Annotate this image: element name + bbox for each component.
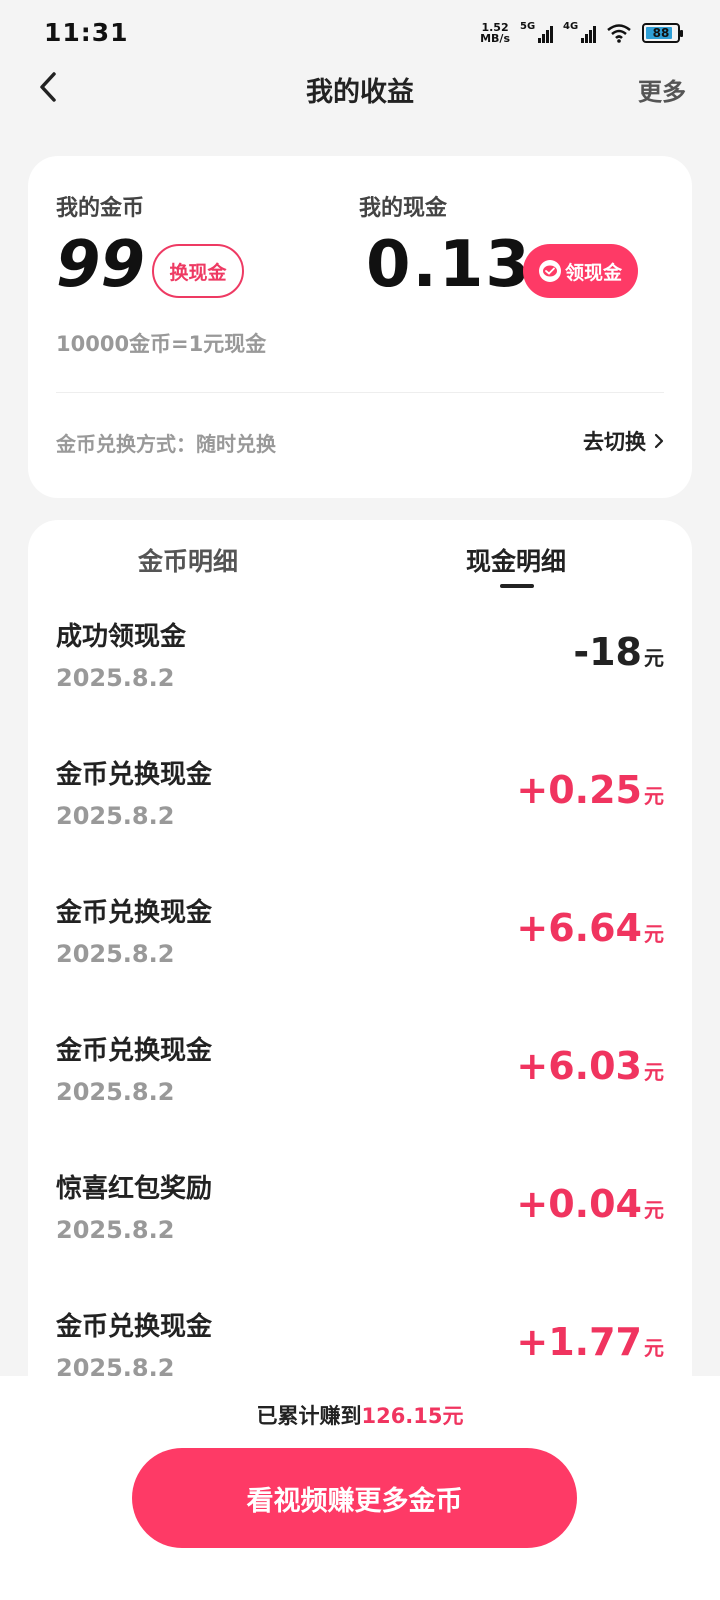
transaction-title: 金币兑换现金 xyxy=(56,1312,213,1342)
list-item[interactable]: 成功领现金 2025.8.2 -18 元 xyxy=(28,602,692,740)
wechat-icon xyxy=(538,260,561,282)
amount-unit: 元 xyxy=(644,646,664,670)
transaction-title: 金币兑换现金 xyxy=(56,1036,213,1066)
switch-method-link[interactable]: 去切换 xyxy=(583,426,664,456)
tab-coin-details[interactable]: 金币明细 xyxy=(138,542,238,578)
battery-level: 88 xyxy=(652,26,670,40)
transaction-title: 金币兑换现金 xyxy=(56,898,213,928)
chevron-right-icon xyxy=(654,433,664,449)
transaction-date: 2025.8.2 xyxy=(56,940,175,968)
amount-value: +0.04 xyxy=(516,1182,642,1226)
amount-value: -18 xyxy=(573,630,642,674)
battery-icon: 88 xyxy=(642,23,683,43)
list-item[interactable]: 金币兑换现金 2025.8.2 +6.03 元 xyxy=(28,1016,692,1154)
amount-value: +1.77 xyxy=(516,1320,642,1364)
coins-label: 我的金币 xyxy=(56,196,145,221)
transaction-amount: +0.25 元 xyxy=(516,768,664,812)
exchange-method-text: 金币兑换方式：随时兑换 xyxy=(56,432,276,456)
header: 我的收益 更多 xyxy=(0,60,720,114)
page-title: 我的收益 xyxy=(306,77,414,108)
watch-video-button[interactable]: 看视频赚更多金币 xyxy=(132,1448,577,1548)
transaction-amount: +6.03 元 xyxy=(516,1044,664,1088)
claim-cash-label: 领现金 xyxy=(564,261,622,284)
signal-4g-icon: 4G xyxy=(563,21,596,43)
total-earned: 已累计赚到126.15元 xyxy=(0,1400,720,1430)
amount-value: +6.03 xyxy=(516,1044,642,1088)
signal-5g-label: 5G xyxy=(520,21,536,32)
amount-unit: 元 xyxy=(644,784,664,808)
signal-5g-icon: 5G xyxy=(520,21,553,43)
amount-unit: 元 xyxy=(644,1060,664,1084)
tab-cash-details[interactable]: 现金明细 xyxy=(466,542,566,578)
transaction-date: 2025.8.2 xyxy=(56,802,175,830)
earnings-page: 11:31 1.52 MB/s 5G 4G 88 我的收益 更多 我的金币 99… xyxy=(0,0,720,1600)
transaction-list: 成功领现金 2025.8.2 -18 元 金币兑换现金 2025.8.2 +0.2… xyxy=(28,602,692,1430)
exchange-rate-text: 10000金币=1元现金 xyxy=(56,332,267,356)
exchange-cash-button[interactable]: 换现金 xyxy=(152,244,244,298)
transaction-date: 2025.8.2 xyxy=(56,664,175,692)
amount-unit: 元 xyxy=(644,1336,664,1360)
claim-cash-button[interactable]: 领现金 xyxy=(523,244,638,298)
status-bar: 11:31 1.52 MB/s 5G 4G 88 xyxy=(0,0,720,64)
transaction-title: 惊喜红包奖励 xyxy=(56,1174,213,1204)
signal-4g-label: 4G xyxy=(563,21,579,32)
switch-method-label: 去切换 xyxy=(583,430,646,454)
list-item[interactable]: 金币兑换现金 2025.8.2 +6.64 元 xyxy=(28,878,692,1016)
amount-unit: 元 xyxy=(644,922,664,946)
transaction-title: 成功领现金 xyxy=(56,622,187,652)
status-icons: 1.52 MB/s 5G 4G 88 xyxy=(480,18,683,48)
total-earned-amount: 126.15元 xyxy=(361,1404,464,1428)
wifi-icon xyxy=(607,24,631,43)
transaction-date: 2025.8.2 xyxy=(56,1078,175,1106)
amount-value: +6.64 xyxy=(516,906,642,950)
active-tab-indicator xyxy=(500,584,534,588)
transaction-date: 2025.8.2 xyxy=(56,1216,175,1244)
bottom-panel: 已累计赚到126.15元 看视频赚更多金币 xyxy=(0,1376,720,1600)
more-button[interactable]: 更多 xyxy=(638,72,686,107)
earnings-summary-card: 我的金币 99 换现金 我的现金 0.13 领现金 10000金币=1元现金 金… xyxy=(28,156,692,498)
list-item[interactable]: 金币兑换现金 2025.8.2 +0.25 元 xyxy=(28,740,692,878)
divider xyxy=(56,392,664,393)
transaction-amount: +0.04 元 xyxy=(516,1182,664,1226)
coins-value: 99 xyxy=(56,228,146,302)
list-item[interactable]: 惊喜红包奖励 2025.8.2 +0.04 元 xyxy=(28,1154,692,1292)
transaction-title: 金币兑换现金 xyxy=(56,760,213,790)
total-earned-label: 已累计赚到 xyxy=(256,1404,362,1428)
network-speed-unit: MB/s xyxy=(480,32,510,45)
amount-value: +0.25 xyxy=(516,768,642,812)
transaction-amount: +6.64 元 xyxy=(516,906,664,950)
cash-label: 我的现金 xyxy=(359,196,448,221)
transaction-amount: +1.77 元 xyxy=(516,1320,664,1364)
status-time: 11:31 xyxy=(44,18,129,47)
transaction-amount: -18 元 xyxy=(573,630,664,674)
amount-unit: 元 xyxy=(644,1198,664,1222)
cash-value: 0.13 xyxy=(366,228,532,302)
network-speed: 1.52 MB/s xyxy=(480,22,510,44)
